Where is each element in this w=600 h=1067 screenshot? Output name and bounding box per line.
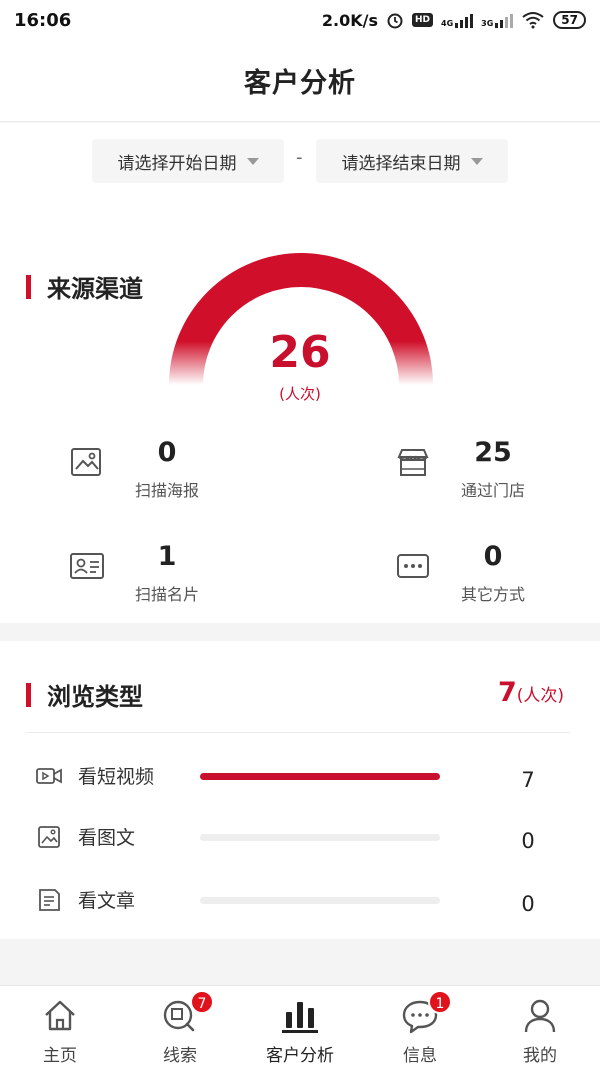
stat-label: 扫描名片 — [134, 585, 199, 604]
wifi-icon — [522, 12, 544, 29]
home-icon — [45, 1000, 75, 1031]
status-indicators: 2.0K/s HD 4G 3G 57 — [322, 11, 586, 30]
signal-3g-icon: 3G — [481, 12, 514, 28]
stat-value: 0 — [483, 541, 503, 572]
tab-label: 信息 — [403, 1046, 437, 1066]
stat-value: 1 — [157, 541, 177, 572]
stat-label: 其它方式 — [460, 585, 525, 604]
tab-clues[interactable]: 7 线索 — [120, 986, 240, 1067]
source-section-title: 来源渠道 — [26, 269, 143, 304]
browse-row-value: 0 — [521, 892, 535, 916]
stat-scan-card: 1 扫描名片 — [70, 541, 270, 611]
stat-label: 扫描海报 — [134, 481, 199, 500]
title-accent-bar — [26, 682, 31, 707]
progress-track — [200, 834, 440, 841]
business-card-icon — [70, 553, 104, 579]
stat-value: 25 — [474, 437, 512, 468]
end-date-label: 请选择结束日期 — [341, 153, 461, 174]
browse-total-value: 7 — [497, 677, 517, 708]
stat-scan-poster: 0 扫描海报 — [70, 437, 270, 507]
source-card: 请选择开始日期 - 请选择结束日期 来源渠道 26 (人次) 0 扫描海报 25… — [0, 123, 600, 623]
dropdown-triangle-icon — [246, 157, 259, 165]
stat-via-store: 25 通过门店 — [396, 437, 596, 507]
battery-indicator: 57 — [553, 11, 586, 29]
tab-label: 客户分析 — [266, 1046, 334, 1066]
signal-4g-icon: 4G — [441, 12, 474, 28]
browse-total: 7(人次) — [498, 677, 564, 708]
browse-row-value: 7 — [521, 768, 535, 792]
page-header: 客户分析 — [0, 40, 600, 122]
tab-label: 线索 — [163, 1046, 197, 1066]
bottom-tab-bar: 主页 7 线索 客户分析 1 信息 我的 — [0, 985, 600, 1067]
title-accent-bar — [26, 274, 31, 299]
progress-track — [200, 897, 440, 904]
stat-label: 通过门店 — [460, 481, 525, 500]
browse-row-article: 看文章 0 — [0, 876, 600, 926]
divider — [26, 732, 570, 733]
start-date-picker[interactable]: 请选择开始日期 — [92, 139, 284, 183]
gauge-total-value: 26 — [269, 327, 331, 378]
stat-other-method: 0 其它方式 — [396, 541, 596, 611]
start-date-label: 请选择开始日期 — [117, 153, 237, 174]
status-time: 16:06 — [14, 9, 72, 31]
image-icon — [71, 448, 101, 476]
notification-badge: 7 — [190, 990, 214, 1014]
browse-row-label: 看图文 — [78, 827, 136, 849]
browse-row-value: 0 — [521, 829, 535, 853]
status-bar: 16:06 2.0K/s HD 4G 3G 57 — [0, 0, 600, 40]
browse-row-image-text: 看图文 0 — [0, 813, 600, 863]
stat-value: 0 — [157, 437, 177, 468]
browse-total-unit: (人次) — [516, 686, 564, 706]
browse-row-video: 看短视频 7 — [0, 752, 600, 802]
gauge-unit: (人次) — [279, 385, 321, 403]
date-separator: - — [296, 147, 303, 168]
tab-label: 主页 — [43, 1046, 77, 1066]
progress-fill — [200, 773, 440, 780]
tab-home[interactable]: 主页 — [0, 986, 120, 1067]
article-icon — [39, 889, 60, 911]
browse-row-label: 看短视频 — [78, 766, 155, 788]
tab-me[interactable]: 我的 — [480, 986, 600, 1067]
progress-track — [200, 773, 440, 780]
browse-section-title: 浏览类型 — [26, 677, 143, 712]
image-text-icon — [38, 826, 60, 848]
tab-label: 我的 — [523, 1046, 557, 1066]
tab-customer-analysis[interactable]: 客户分析 — [240, 986, 360, 1067]
tab-messages[interactable]: 1 信息 — [360, 986, 480, 1067]
notification-badge: 1 — [428, 990, 452, 1014]
alarm-icon — [387, 13, 403, 29]
store-icon — [397, 449, 429, 476]
video-icon — [36, 768, 62, 784]
page-title: 客户分析 — [244, 68, 356, 99]
dropdown-triangle-icon — [470, 157, 483, 165]
hd-badge: HD — [412, 13, 434, 27]
user-icon — [524, 999, 556, 1033]
bar-chart-icon — [282, 1002, 318, 1033]
browse-card: 浏览类型 7(人次) 看短视频 7 看图文 0 看文章 0 — [0, 641, 600, 939]
date-filter: 请选择开始日期 - 请选择结束日期 — [0, 139, 600, 183]
net-speed: 2.0K/s — [321, 10, 378, 30]
browse-row-label: 看文章 — [78, 890, 136, 912]
end-date-picker[interactable]: 请选择结束日期 — [316, 139, 508, 183]
more-dots-icon — [397, 554, 429, 578]
